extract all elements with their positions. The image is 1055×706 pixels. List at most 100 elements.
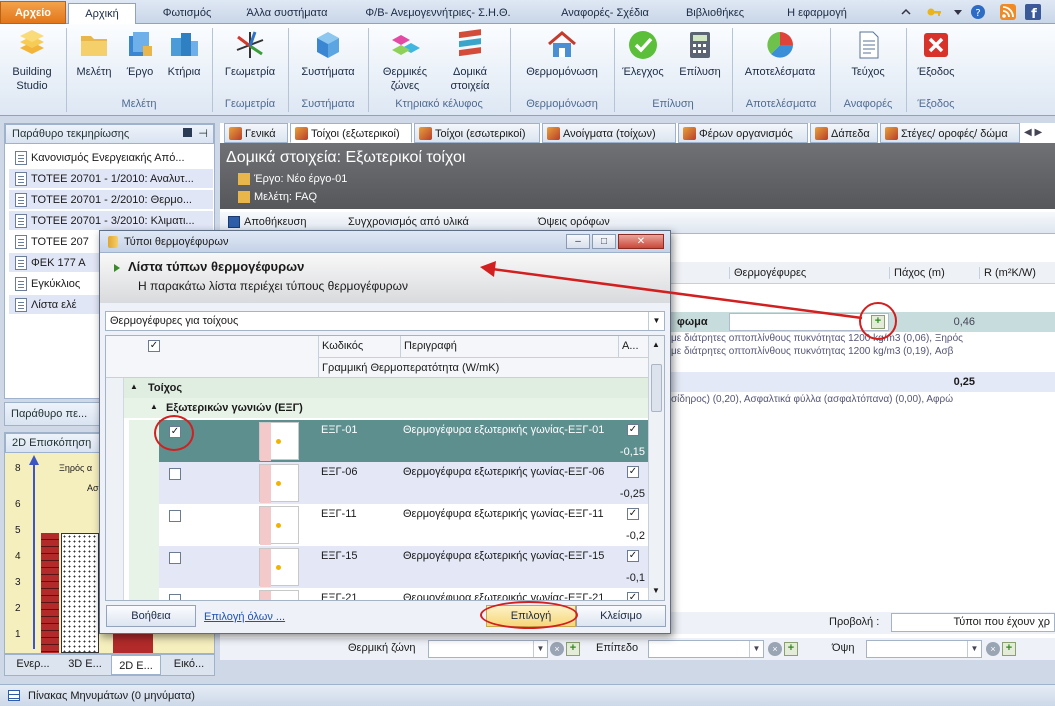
close-dialog-button[interactable]: Κλείσιμο	[576, 605, 666, 627]
row-active-checkbox[interactable]: ✓	[627, 508, 639, 520]
column-header-thickness[interactable]: Πάχος (m)	[889, 267, 979, 279]
systems-button[interactable]: Συστήματα	[294, 28, 362, 79]
save-button[interactable]: Αποθήκευση	[244, 216, 306, 228]
doc-item[interactable]: Κανονισμός Ενεργειακής Από...	[9, 148, 213, 168]
doc-item[interactable]: ΤΟΤΕΕ 20701 - 3/2010: Κλιματι...	[9, 211, 213, 231]
tab-lighting[interactable]: Φωτισμός	[142, 3, 232, 24]
table-row[interactable]: ΕΞΓ-21 Θερμογέφυρα εξωτερικής γωνίας-ΕΞΓ…	[129, 588, 651, 600]
geometry-button[interactable]: Γεωμετρία	[218, 28, 282, 79]
table-row[interactable]: ΕΞΓ-11 Θερμογέφυρα εξωτερικής γωνίας-ΕΞΓ…	[129, 504, 651, 546]
tab-floors[interactable]: Δάπεδα	[810, 123, 878, 143]
row-active-checkbox[interactable]: ✓	[627, 550, 639, 562]
row-active-checkbox[interactable]: ✓	[627, 424, 639, 436]
key-icon[interactable]	[926, 4, 942, 20]
tab-libraries[interactable]: Βιβλιοθήκες	[675, 3, 755, 24]
add-icon[interactable]: +	[784, 642, 798, 656]
tab-home[interactable]: Αρχική	[68, 3, 136, 25]
doc-item[interactable]: ΤΟΤΕΕ 20701 - 2/2010: Θερμο...	[9, 190, 213, 210]
structural-elements-button[interactable]: Δομικά στοιχεία	[440, 28, 500, 93]
add-icon[interactable]: +	[1002, 642, 1016, 656]
level-select[interactable]: ▼	[648, 640, 764, 658]
save-icon[interactable]	[228, 216, 240, 228]
table-row[interactable]: ✓ ΕΞΓ-01 Θερμογέφυρα εξωτερικής γωνίας-Ε…	[129, 420, 651, 462]
sync-button[interactable]: Συγχρονισμός από υλικά	[348, 216, 469, 228]
row-checkbox[interactable]	[169, 510, 181, 522]
tab-other-systems[interactable]: Άλλα συστήματα	[232, 3, 342, 24]
clear-icon[interactable]: ×	[986, 642, 1000, 656]
tab-3d[interactable]: 3D Ε...	[61, 658, 109, 670]
results-button[interactable]: Αποτελέσματα	[738, 28, 822, 79]
study-button[interactable]: Μελέτη	[72, 28, 116, 79]
group-row[interactable]: ▲ Τοίχος	[124, 378, 648, 398]
tab-load-bearing[interactable]: Φέρων οργανισμός	[678, 123, 808, 143]
solution-button[interactable]: Επίλυση	[672, 28, 728, 79]
chevron-up-icon[interactable]	[898, 4, 914, 20]
thermal-bridges-grid: ✓ Κωδικός Περιγραφή A... Γραμμική Θερμοπ…	[105, 335, 665, 601]
column-header-a[interactable]: A...	[622, 340, 639, 352]
tab-reports[interactable]: Αναφορές- Σχέδια	[545, 3, 665, 24]
row-checkbox[interactable]	[169, 552, 181, 564]
rss-icon[interactable]	[1000, 4, 1016, 20]
pin-icon[interactable]: ⊣	[198, 125, 208, 143]
select-all-checkbox[interactable]: ✓	[148, 340, 160, 352]
clear-icon[interactable]: ×	[550, 642, 564, 656]
messages-panel-button[interactable]: Πίνακας Μηνυμάτων (0 μηνύματα)	[28, 690, 195, 702]
close-button[interactable]: ✕	[618, 234, 664, 249]
tab-roofs[interactable]: Στέγες/ οροφές/ δώμα	[880, 123, 1020, 143]
check-button[interactable]: Έλεγχος	[620, 28, 666, 79]
facebook-icon[interactable]: f	[1025, 4, 1041, 20]
row-active-checkbox[interactable]: ✓	[627, 466, 639, 478]
tab-interior-walls[interactable]: Τοίχοι (εσωτερικοί)	[414, 123, 540, 143]
tab-2d[interactable]: 2D E...	[111, 655, 161, 675]
help-button[interactable]: Βοήθεια	[106, 605, 196, 627]
scroll-down-icon[interactable]: ▼	[652, 586, 660, 595]
tab-general[interactable]: Γενικά	[224, 123, 288, 143]
project-button[interactable]: Έργο	[118, 28, 162, 79]
subgroup-row[interactable]: ▲ Εξωτερικών γωνιών (ΕΞΓ)	[124, 398, 648, 418]
help-icon[interactable]: ?	[970, 4, 986, 20]
tab-energy[interactable]: Ενερ...	[9, 658, 57, 670]
column-header-description[interactable]: Περιγραφή	[404, 340, 457, 352]
tab-image[interactable]: Εικό...	[165, 658, 213, 670]
tab-application[interactable]: Η εφαρμογή	[772, 3, 862, 24]
thermal-zone-select[interactable]: ▼	[428, 640, 548, 658]
thermal-zones-button[interactable]: Θερμικές ζώνες	[374, 28, 436, 93]
add-icon[interactable]: +	[566, 642, 580, 656]
tab-pv[interactable]: Φ/Β- Ανεμογεννήτριες- Σ.Η.Θ.	[358, 3, 518, 24]
tabs-scroll-icon[interactable]: ◀ ▶	[1024, 127, 1042, 138]
collapse-icon[interactable]: ▲	[130, 382, 138, 391]
row-checkbox[interactable]	[169, 594, 181, 600]
row-code: ΕΞΓ-15	[321, 550, 358, 562]
booklet-button[interactable]: Τεύχος	[840, 28, 896, 79]
exit-button[interactable]: Έξοδος	[910, 28, 962, 79]
dropdown-icon[interactable]	[950, 4, 966, 20]
buildings-button[interactable]: Κτήρια	[162, 28, 206, 79]
tab-file[interactable]: Αρχείο	[0, 1, 66, 24]
clear-icon[interactable]: ×	[768, 642, 782, 656]
insulation-button[interactable]: Θερμομόνωση	[516, 28, 608, 79]
building-studio-button[interactable]: Building Studio	[4, 28, 60, 93]
views-button[interactable]: Όψεις ορόφων	[538, 216, 610, 228]
scrollbar-thumb[interactable]	[651, 364, 662, 412]
minimize-button[interactable]: –	[566, 234, 590, 249]
dialog-title: Τύποι θερμογέφυρων	[124, 236, 229, 248]
table-row[interactable]: ΕΞΓ-06 Θερμογέφυρα εξωτερικής γωνίας-ΕΞΓ…	[129, 462, 651, 504]
column-header-code[interactable]: Κωδικός	[322, 340, 363, 352]
grid-scrollbar[interactable]: ▲ ▼	[648, 336, 664, 600]
tab-exterior-walls[interactable]: Τοίχοι (εξωτερικοί)	[290, 123, 412, 143]
group-label-systems: Συστήματα	[301, 98, 355, 110]
table-row[interactable]: 0,25	[671, 372, 1055, 392]
table-row[interactable]: ΕΞΓ-15 Θερμογέφυρα εξωτερικής γωνίας-ΕΞΓ…	[129, 546, 651, 588]
row-active-checkbox[interactable]: ✓	[627, 592, 639, 600]
collapse-icon[interactable]: ▲	[150, 402, 158, 411]
doc-item[interactable]: ΤΟΤΕΕ 20701 - 1/2010: Αναλυτ...	[9, 169, 213, 189]
dock-icon[interactable]	[183, 128, 192, 137]
facade-select[interactable]: ▼	[866, 640, 982, 658]
tab-openings[interactable]: Ανοίγματα (τοίχων)	[542, 123, 676, 143]
column-header-r[interactable]: R (m²K/W)	[979, 267, 1055, 279]
scroll-up-icon[interactable]: ▲	[652, 340, 660, 349]
select-all-link[interactable]: Επιλογή όλων ...	[204, 611, 285, 623]
row-checkbox[interactable]	[169, 468, 181, 480]
maximize-button[interactable]: □	[592, 234, 616, 249]
view-select[interactable]: Τύποι που έχουν χρ	[891, 613, 1055, 632]
